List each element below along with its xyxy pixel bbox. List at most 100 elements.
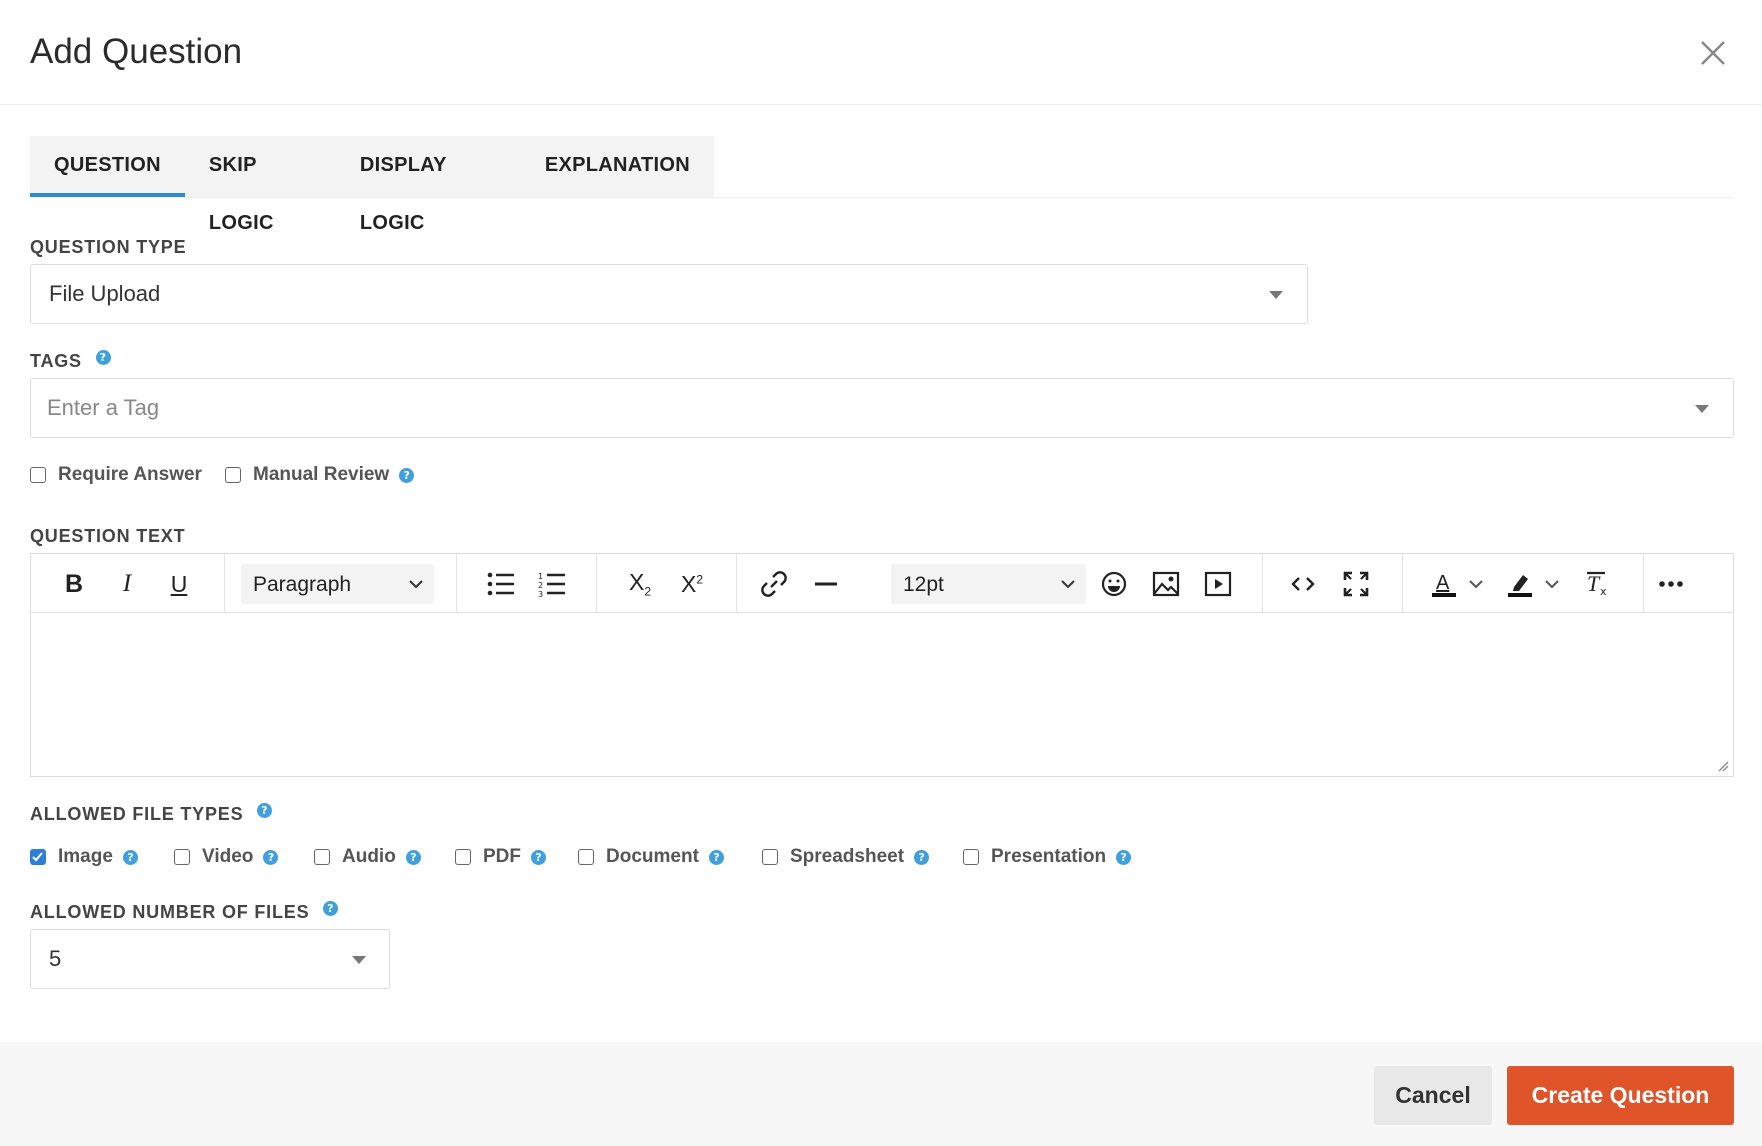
video-label: Video [202,846,254,867]
question-type-select[interactable]: File Upload [30,264,1308,324]
italic-icon[interactable]: I [111,568,143,600]
bold-icon[interactable]: B [58,568,90,600]
highlight-color-icon[interactable] [1504,568,1536,600]
bullet-list-icon[interactable] [485,568,517,600]
help-icon[interactable]: ? [405,849,421,865]
file-type-document: Document ? [578,846,724,868]
numbered-list-icon[interactable]: 123 [536,568,568,600]
underline-icon[interactable]: U [163,568,195,600]
dialog-title: Add Question [30,32,243,71]
presentation-checkbox[interactable] [963,849,979,865]
help-icon[interactable]: ? [263,849,279,865]
tabs: QUESTION SKIP LOGIC DISPLAY LOGIC EXPLAN… [30,136,714,234]
editor-toolbar: B I U Paragraph 123 X2 X2 12pt A T x [31,554,1733,613]
spreadsheet-label: Spreadsheet [790,846,905,867]
fullscreen-icon[interactable] [1340,568,1372,600]
require-answer-label: Require Answer [58,464,202,485]
font-size-value: 12pt [903,573,944,596]
tags-placeholder: Enter a Tag [47,395,160,420]
spreadsheet-checkbox[interactable] [762,849,778,865]
file-types-label-wrap: ALLOWED FILE TYPES ? [30,802,273,825]
resize-handle-icon[interactable] [1717,760,1729,772]
rich-text-editor: B I U Paragraph 123 X2 X2 12pt A T x [30,553,1734,777]
question-type-value: File Upload [49,281,161,306]
document-checkbox[interactable] [578,849,594,865]
tab-display-logic[interactable]: DISPLAY LOGIC [336,136,521,234]
help-icon[interactable]: ? [257,802,273,818]
num-files-value: 5 [49,946,62,971]
image-icon[interactable] [1150,568,1182,600]
help-icon[interactable]: ? [399,467,415,483]
svg-text:x: x [1600,585,1607,598]
require-answer-checkbox[interactable] [30,467,46,483]
dialog-footer: Cancel Create Question [0,1042,1762,1146]
superscript-icon[interactable]: X2 [676,568,708,600]
create-question-button[interactable]: Create Question [1507,1066,1734,1125]
num-files-select[interactable]: 5 [30,929,390,989]
video-checkbox[interactable] [174,849,190,865]
document-label: Document [606,846,699,867]
source-code-icon[interactable] [1287,568,1319,600]
num-files-label: ALLOWED NUMBER OF FILES [30,902,310,922]
svg-text:3: 3 [538,590,543,597]
help-icon[interactable]: ? [708,849,724,865]
chevron-down-icon[interactable] [1465,568,1487,600]
script-group: X2 X2 [596,554,737,612]
num-files-label-wrap: ALLOWED NUMBER OF FILES ? [30,900,339,923]
svg-text:2: 2 [538,581,543,590]
tags-label-wrap: TAGS ? [30,349,111,372]
emoji-icon[interactable] [1098,568,1130,600]
tab-skip-logic[interactable]: SKIP LOGIC [185,136,336,234]
subscript-icon[interactable]: X2 [624,568,656,600]
tags-input[interactable]: Enter a Tag [30,378,1734,438]
close-icon[interactable] [1696,36,1730,70]
add-question-dialog: Add Question QUESTION SKIP LOGIC DISPLAY… [0,0,1762,1146]
svg-text:1: 1 [538,572,543,581]
audio-checkbox[interactable] [314,849,330,865]
manual-review-option: Manual Review ? [225,464,415,486]
tab-question[interactable]: QUESTION [30,136,185,197]
tags-label: TAGS [30,351,82,371]
text-color-icon[interactable]: A [1428,568,1460,600]
chevron-down-icon [409,580,423,589]
svg-text:T: T [1587,571,1601,596]
require-answer-option: Require Answer [30,464,202,486]
more-icon[interactable] [1655,568,1687,600]
format-group: B I U [31,554,225,612]
audio-label: Audio [342,846,396,867]
manual-review-label: Manual Review [253,464,390,485]
help-icon[interactable]: ? [914,849,930,865]
horizontal-line-icon[interactable] [810,568,842,600]
link-icon[interactable] [758,568,790,600]
dialog-header: Add Question [0,0,1762,105]
tab-bar: QUESTION SKIP LOGIC DISPLAY LOGIC EXPLAN… [30,136,1732,234]
view-group [1262,554,1403,612]
clear-formatting-icon[interactable]: Tx [1582,568,1614,600]
cancel-button[interactable]: Cancel [1374,1066,1492,1125]
file-type-presentation: Presentation ? [963,846,1132,868]
pdf-label: PDF [483,846,521,867]
caret-down-icon [352,956,366,964]
help-icon[interactable]: ? [122,849,138,865]
pdf-checkbox[interactable] [455,849,471,865]
file-type-pdf: PDF ? [455,846,546,868]
media-icon[interactable] [1202,568,1234,600]
file-type-audio: Audio ? [314,846,421,868]
svg-text:A: A [1436,572,1450,594]
image-checkbox[interactable] [30,849,46,865]
caret-down-icon [1695,405,1709,413]
tab-explanation[interactable]: EXPLANATION [521,136,714,197]
help-icon[interactable]: ? [323,900,339,916]
chevron-down-icon [1061,580,1075,589]
help-icon[interactable]: ? [531,849,546,865]
help-icon[interactable]: ? [95,349,111,365]
manual-review-checkbox[interactable] [225,467,241,483]
help-icon[interactable]: ? [1116,849,1132,865]
font-size-select[interactable]: 12pt [891,564,1086,604]
block-format-select[interactable]: Paragraph [241,564,434,604]
image-label: Image [58,846,113,867]
question-type-label: QUESTION TYPE [30,237,187,257]
block-group: Paragraph [224,554,457,612]
chevron-down-icon[interactable] [1541,568,1563,600]
editor-content-area[interactable] [31,613,1733,776]
